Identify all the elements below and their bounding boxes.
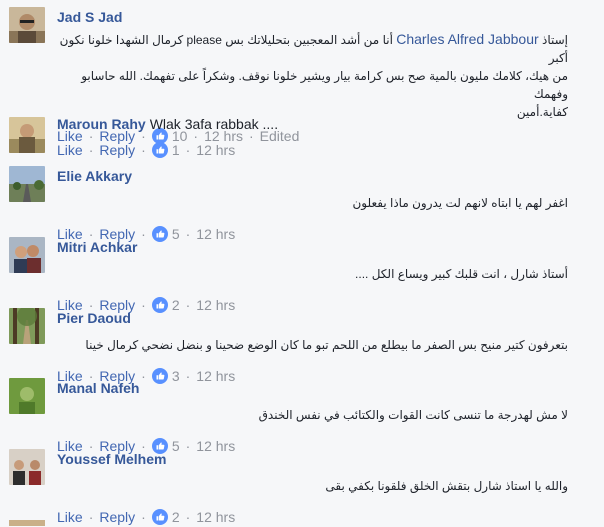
comment: Mitri Achkar أستاذ شارل ، انت قلبك كبير و… — [0, 237, 604, 315]
avatar[interactable] — [9, 7, 45, 43]
comment: Manal Nafeh لا مش لهدرجة ما تنسى كانت الق… — [0, 378, 604, 456]
mention-link[interactable]: Charles Alfred Jabbour — [396, 31, 538, 47]
reaction-count[interactable]: 2 — [151, 507, 180, 527]
comment: Pier Daoud بتعرفون كتير منيح بس الصفر ما … — [0, 308, 604, 386]
timestamp[interactable]: 12 hrs — [196, 140, 235, 160]
avatar[interactable] — [9, 520, 45, 526]
separator-dot: · — [185, 509, 191, 525]
avatar[interactable] — [9, 117, 45, 153]
comment-text-line: من هيك، كلامك مليون بالمية صح بس كرامة ب… — [81, 69, 568, 101]
comment-header: Elie Akkary — [57, 166, 596, 186]
avatar[interactable] — [9, 308, 45, 344]
separator-dot: · — [88, 142, 94, 158]
author-name[interactable]: Jad S Jad — [57, 9, 122, 25]
like-button[interactable]: Like — [57, 507, 83, 527]
comment-text: إستاذ Charles Alfred Jabbour أنا من أشد … — [57, 30, 596, 121]
comment-text-line: أستاذ شارل ، انت قلبك كبير ويساع الكل ..… — [355, 267, 568, 281]
comment-text: والله يا استاذ شارل بتقش الخلق فلقونا بك… — [57, 477, 596, 495]
avatar[interactable] — [9, 378, 45, 414]
comment-text-line: إستاذ Charles Alfred Jabbour أنا من أشد … — [59, 31, 568, 65]
comment: Elie Akkary اغفر لهم يا ابتاه لانهم لت يد… — [0, 166, 604, 244]
comment-header: Jad S Jad — [57, 6, 596, 27]
comment-header: Youssef Melhem — [57, 449, 596, 469]
author-name[interactable]: Manal Nafeh — [57, 380, 139, 396]
avatar[interactable] — [9, 237, 45, 273]
author-name[interactable]: Maroun Rahy — [57, 116, 146, 132]
reaction-number: 2 — [171, 509, 180, 525]
avatar[interactable] — [9, 449, 45, 485]
reply-button[interactable]: Reply — [99, 140, 135, 160]
comment-text: أستاذ شارل ، انت قلبك كبير ويساع الكل ..… — [57, 265, 596, 283]
like-button[interactable]: Like — [57, 140, 83, 160]
separator-dot: · — [88, 509, 94, 525]
reaction-count[interactable]: 1 — [151, 140, 180, 160]
comment-header: Pier Daoud — [57, 308, 596, 328]
separator-dot: · — [141, 509, 146, 525]
comment-text-line: اغفر لهم يا ابتاه لانهم لت يدرون ماذا يف… — [352, 196, 568, 210]
comment-text: Wlak 3afa rabbak .... — [149, 116, 279, 132]
comment-text: بتعرفون كتير منيح بس الصفر ما بيطلع من ا… — [57, 336, 596, 354]
like-badge-icon — [151, 142, 168, 158]
timestamp[interactable]: 12 hrs — [196, 507, 235, 527]
comment-text: لا مش لهدرجة ما تنسى كانت القوات والكتائ… — [57, 406, 596, 424]
comment-text-line: بتعرفون كتير منيح بس الصفر ما بيطلع من ا… — [85, 338, 568, 352]
comment-header: Mitri Achkar — [57, 237, 596, 257]
comment: Youssef Melhem والله يا استاذ شارل بتقش ا… — [0, 449, 604, 527]
author-name[interactable]: Pier Daoud — [57, 310, 131, 326]
separator-dot: · — [141, 142, 146, 158]
reply-button[interactable]: Reply — [99, 507, 135, 527]
comment-header: Manal Nafeh — [57, 378, 596, 398]
author-name[interactable]: Mitri Achkar — [57, 239, 137, 255]
comment: Maroun Rahy Wlak 3afa rabbak .... Like · Rep… — [0, 114, 604, 160]
comment-text: اغفر لهم يا ابتاه لانهم لت يدرون ماذا يف… — [57, 194, 596, 212]
reaction-number: 1 — [171, 142, 180, 158]
avatar[interactable] — [9, 166, 45, 202]
comment-actions: Like · Reply · 2 · 12 hrs — [57, 507, 596, 527]
author-name[interactable]: Elie Akkary — [57, 168, 132, 184]
comment-text-line: لا مش لهدرجة ما تنسى كانت القوات والكتائ… — [258, 408, 568, 422]
comment-header: Maroun Rahy Wlak 3afa rabbak .... — [57, 114, 596, 134]
separator-dot: · — [185, 142, 191, 158]
like-badge-icon — [151, 509, 168, 525]
comment-actions: Like · Reply · 1 · 12 hrs — [57, 140, 596, 160]
comment-text-line: والله يا استاذ شارل بتقش الخلق فلقونا بك… — [325, 479, 568, 493]
author-name[interactable]: Youssef Melhem — [57, 451, 166, 467]
